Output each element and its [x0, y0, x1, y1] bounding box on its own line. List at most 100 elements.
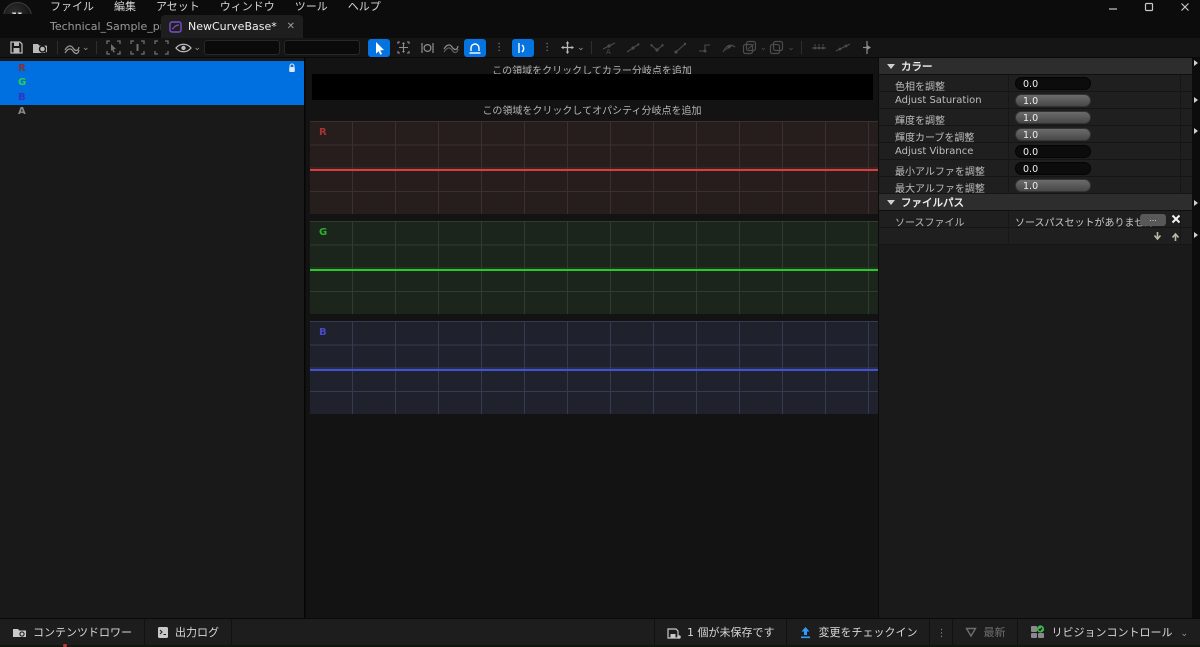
menu-file[interactable]: ファイル	[40, 0, 104, 14]
gradient-preview-bar[interactable]	[312, 74, 873, 100]
key-details-icon[interactable]	[856, 39, 878, 57]
checkin-changes-button[interactable]: 変更をチェックイン	[786, 619, 929, 645]
checkin-arrow-icon	[801, 626, 811, 638]
tab-newcurvebase[interactable]: NewCurveBase* ✕	[161, 15, 303, 38]
multi-select-tool-button[interactable]	[440, 39, 462, 57]
auto-tangent-icon[interactable]: A	[598, 39, 620, 57]
lock-icon[interactable]	[288, 63, 296, 73]
curve-track-blue[interactable]: B	[310, 321, 878, 414]
retime-tool-button[interactable]	[416, 39, 438, 57]
frame-all-icon[interactable]	[151, 39, 173, 57]
detail-row-hue: 色相を調整 0.0	[879, 75, 1192, 93]
revision-control-icon	[1031, 625, 1045, 638]
saturation-adjust-field[interactable]: 1.0	[1015, 94, 1091, 107]
axis-snapping-dropdown[interactable]	[560, 39, 585, 57]
tab-technical-sample-project[interactable]: Technical_Sample_proje...	[36, 15, 191, 38]
frame-playback-range-icon[interactable]	[127, 39, 149, 57]
weighted-tangent-icon[interactable]	[718, 39, 740, 57]
frame-selected-keys-icon[interactable]	[103, 39, 125, 57]
max-alpha-field[interactable]: 1.0	[1015, 179, 1091, 192]
curve-editor-toolbar: A	[0, 38, 1200, 58]
revision-control-chevron-icon	[1178, 626, 1188, 639]
detail-row-saturation: Adjust Saturation 1.0	[879, 92, 1192, 109]
details-panel: カラー 色相を調整 0.0 Adjust Saturation 1.0 輝度を調…	[879, 58, 1192, 618]
import-path-icon[interactable]	[1152, 231, 1163, 242]
browse-to-asset-button[interactable]	[29, 39, 51, 57]
grid-red	[310, 122, 878, 214]
min-alpha-field[interactable]: 0.0	[1015, 162, 1091, 175]
sync-latest-button[interactable]: 最新	[952, 619, 1017, 645]
linear-tangent-icon[interactable]	[670, 39, 692, 57]
grid-green	[310, 222, 878, 314]
smooth-tangent-icon[interactable]	[622, 39, 644, 57]
flatten-tangents-icon[interactable]	[808, 39, 830, 57]
detail-row-source-file: ソースファイル ソースパスセットがありません ...	[879, 211, 1192, 229]
minimize-icon[interactable]	[1106, 1, 1120, 13]
svg-text:A: A	[606, 48, 611, 55]
constant-tangent-icon[interactable]	[694, 39, 716, 57]
curve-asset-icon	[169, 20, 182, 33]
grid-blue	[310, 322, 878, 414]
red-curve-line[interactable]	[310, 169, 878, 171]
menu-help[interactable]: ヘルプ	[338, 0, 391, 14]
curve-graph-area[interactable]: この領域をクリックしてカラー分岐点を追加 この領域をクリックしてオパシティ分岐点…	[306, 58, 878, 618]
checkin-options-menu[interactable]	[929, 619, 952, 645]
value-input[interactable]	[284, 40, 361, 55]
brightness-adjust-field[interactable]: 1.0	[1015, 111, 1091, 124]
menu-tools[interactable]: ツール	[285, 0, 338, 14]
section-header-filepath[interactable]: ファイルパス	[879, 194, 1192, 211]
select-tool-button[interactable]	[368, 38, 391, 57]
output-log-button[interactable]: 出力ログ	[145, 619, 232, 645]
maximize-icon[interactable]	[1142, 1, 1156, 13]
transform-tool-button[interactable]	[392, 39, 414, 57]
time-input[interactable]	[204, 40, 281, 55]
hue-adjust-field[interactable]: 0.0	[1015, 77, 1091, 90]
post-infinity-dropdown[interactable]	[769, 39, 795, 57]
green-curve-line[interactable]	[310, 269, 878, 271]
unsaved-assets-button[interactable]: 1 個が未保存です	[653, 619, 787, 645]
curve-channel-list: R G B A	[0, 58, 305, 618]
snap-value-toggle[interactable]	[512, 38, 535, 57]
channel-row-r[interactable]: R	[0, 61, 304, 76]
close-icon[interactable]	[1178, 1, 1192, 13]
clear-path-icon[interactable]	[1171, 214, 1181, 224]
detail-row-vibrance: Adjust Vibrance 0.0	[879, 143, 1192, 160]
snap-value-options-menu[interactable]	[536, 39, 558, 57]
curve-track-green[interactable]: G	[310, 221, 878, 314]
snap-time-options-menu[interactable]	[488, 39, 510, 57]
channel-row-g[interactable]: G	[0, 75, 304, 90]
blue-curve-line[interactable]	[310, 369, 878, 371]
brightness-curve-field[interactable]: 1.0	[1015, 128, 1091, 141]
menu-window[interactable]: ウィンドウ	[210, 0, 285, 14]
content-drawer-button[interactable]: コンテンツドロワー	[0, 619, 145, 645]
detail-row-min-alpha: 最小アルファを調整 0.0	[879, 160, 1192, 178]
collapse-arrow-icon[interactable]	[887, 199, 895, 205]
window-right-edge	[1192, 58, 1200, 618]
vibrance-adjust-field[interactable]: 0.0	[1015, 145, 1091, 158]
detail-row-brightness: 輝度を調整 1.0	[879, 109, 1192, 127]
curve-track-red[interactable]: R	[310, 121, 878, 214]
revision-control-button[interactable]: リビジョンコントロール	[1017, 619, 1200, 645]
sync-latest-icon	[965, 627, 978, 637]
add-opacity-stop-hint[interactable]: この領域をクリックしてオパシティ分岐点を追加	[306, 102, 878, 117]
break-tangent-icon[interactable]	[646, 39, 668, 57]
channel-row-a[interactable]: A	[0, 105, 304, 120]
detail-row-max-alpha: 最大アルファを調整 1.0	[879, 177, 1192, 195]
save-button[interactable]	[5, 39, 27, 57]
curve-options-dropdown[interactable]	[64, 39, 90, 57]
export-path-icon[interactable]	[1170, 231, 1181, 242]
snap-time-toggle[interactable]	[464, 38, 487, 57]
straighten-tangents-icon[interactable]	[832, 39, 854, 57]
browse-file-button[interactable]: ...	[1140, 214, 1166, 226]
pre-infinity-dropdown[interactable]	[742, 39, 768, 57]
menu-asset[interactable]: アセット	[146, 0, 210, 14]
section-header-color[interactable]: カラー	[879, 58, 1192, 75]
channel-row-b[interactable]: B	[0, 90, 304, 105]
asset-tab-bar: Technical_Sample_proje... NewCurveBase* …	[0, 14, 1200, 38]
collapse-arrow-icon[interactable]	[887, 63, 895, 69]
log-icon	[158, 626, 168, 638]
visibility-options-dropdown[interactable]	[174, 39, 202, 57]
detail-row-brightness-curve: 輝度カーブを調整 1.0	[879, 126, 1192, 144]
tab-close-icon[interactable]: ✕	[287, 21, 295, 32]
menu-edit[interactable]: 編集	[104, 0, 146, 14]
